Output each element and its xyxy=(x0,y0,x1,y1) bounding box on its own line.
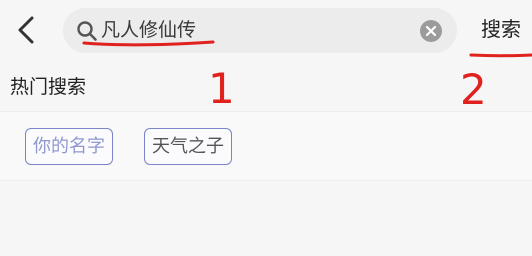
hot-tag[interactable]: 你的名字 xyxy=(25,128,113,165)
chevron-left-icon xyxy=(18,16,34,44)
top-bar: 凡人修仙传 搜索 xyxy=(0,0,532,64)
clear-icon xyxy=(425,25,437,37)
annotation-label-2: 2 xyxy=(460,65,487,114)
clear-search-button[interactable] xyxy=(420,20,442,42)
annotation-label-1: 1 xyxy=(208,64,235,113)
hot-search-tags: 你的名字 天气之子 xyxy=(0,111,532,181)
search-input[interactable]: 凡人修仙传 xyxy=(63,8,457,53)
search-button[interactable]: 搜索 xyxy=(481,16,521,42)
hot-search-title: 热门搜索 xyxy=(10,76,87,98)
hot-tag[interactable]: 天气之子 xyxy=(144,128,232,165)
search-query-text: 凡人修仙传 xyxy=(101,19,197,41)
search-icon xyxy=(77,21,97,41)
back-button[interactable] xyxy=(8,10,44,50)
